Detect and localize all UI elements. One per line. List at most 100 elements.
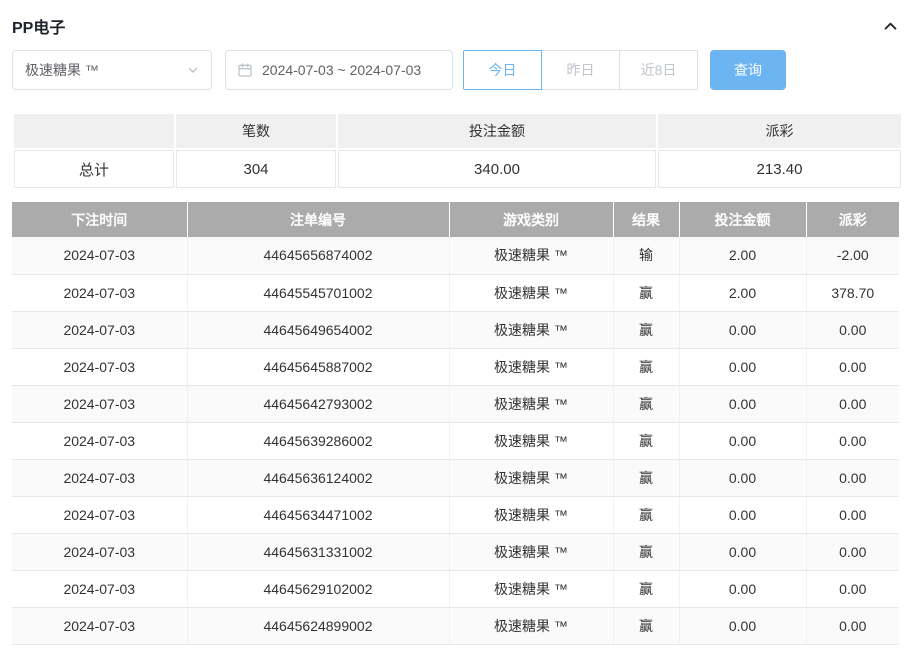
- cell-bet-amount: 0.00: [679, 311, 806, 348]
- date-quick-filter-group: 今日 昨日 近8日: [463, 50, 698, 90]
- cell-bet-amount: 0.00: [679, 570, 806, 607]
- column-header-payout: 派彩: [806, 202, 899, 237]
- cell-bet-id: 44645629102002: [187, 570, 449, 607]
- cell-bet-amount: 0.00: [679, 607, 806, 644]
- pp-electronic-panel: PP电子 极速糖果 ™ 2024-07-03 ~ 2024-07-03 今日 昨…: [0, 0, 911, 645]
- cell-bet-id: 44645649654002: [187, 311, 449, 348]
- cell-bet-id: 44645639286002: [187, 422, 449, 459]
- column-header-game-type: 游戏类别: [449, 202, 613, 237]
- query-button[interactable]: 查询: [710, 50, 786, 90]
- bet-records-table: 下注时间注单编号游戏类别结果投注金额派彩 2024-07-03446456568…: [12, 202, 899, 645]
- cell-game-type: 极速糖果 ™: [449, 496, 613, 533]
- cell-bet-amount: 2.00: [679, 274, 806, 311]
- cell-payout: -2.00: [806, 237, 899, 274]
- cell-game-type: 极速糖果 ™: [449, 570, 613, 607]
- cell-bet-id: 44645545701002: [187, 274, 449, 311]
- panel-header: PP电子: [12, 0, 899, 42]
- cell-bet-amount: 0.00: [679, 533, 806, 570]
- collapse-panel-button[interactable]: [882, 18, 899, 35]
- cell-bet-time: 2024-07-03: [12, 496, 187, 533]
- cell-result: 赢: [613, 459, 679, 496]
- cell-game-type: 极速糖果 ™: [449, 422, 613, 459]
- cell-payout: 0.00: [806, 348, 899, 385]
- filter-row: 极速糖果 ™ 2024-07-03 ~ 2024-07-03 今日 昨日 近8日…: [12, 50, 899, 90]
- summary-total-label: 总计: [14, 150, 174, 188]
- summary-header-blank: [14, 114, 174, 148]
- cell-bet-amount: 0.00: [679, 496, 806, 533]
- summary-total-count: 304: [176, 150, 336, 188]
- chevron-down-icon: [187, 64, 199, 76]
- cell-payout: 378.70: [806, 274, 899, 311]
- cell-result: 输: [613, 237, 679, 274]
- cell-result: 赢: [613, 533, 679, 570]
- cell-bet-time: 2024-07-03: [12, 533, 187, 570]
- cell-bet-id: 44645634471002: [187, 496, 449, 533]
- summary-total-bet-amount: 340.00: [338, 150, 656, 188]
- cell-game-type: 极速糖果 ™: [449, 348, 613, 385]
- cell-bet-time: 2024-07-03: [12, 311, 187, 348]
- cell-bet-time: 2024-07-03: [12, 237, 187, 274]
- summary-total-payout: 213.40: [658, 150, 901, 188]
- cell-bet-time: 2024-07-03: [12, 385, 187, 422]
- cell-payout: 0.00: [806, 607, 899, 644]
- summary-header-payout: 派彩: [658, 114, 901, 148]
- table-row: 2024-07-0344645645887002极速糖果 ™赢0.000.00: [12, 348, 899, 385]
- today-button[interactable]: 今日: [463, 50, 542, 90]
- table-row: 2024-07-0344645639286002极速糖果 ™赢0.000.00: [12, 422, 899, 459]
- table-row: 2024-07-0344645631331002极速糖果 ™赢0.000.00: [12, 533, 899, 570]
- column-header-bet-time: 下注时间: [12, 202, 187, 237]
- game-select[interactable]: 极速糖果 ™: [12, 50, 212, 90]
- table-row: 2024-07-0344645624899002极速糖果 ™赢0.000.00: [12, 607, 899, 644]
- bet-table-header-row: 下注时间注单编号游戏类别结果投注金额派彩: [12, 202, 899, 237]
- cell-bet-amount: 0.00: [679, 385, 806, 422]
- last-8-days-button[interactable]: 近8日: [619, 50, 698, 90]
- cell-game-type: 极速糖果 ™: [449, 237, 613, 274]
- cell-game-type: 极速糖果 ™: [449, 533, 613, 570]
- table-row: 2024-07-0344645649654002极速糖果 ™赢0.000.00: [12, 311, 899, 348]
- cell-bet-time: 2024-07-03: [12, 422, 187, 459]
- cell-bet-time: 2024-07-03: [12, 459, 187, 496]
- panel-title: PP电子: [12, 14, 65, 38]
- column-header-bet-id: 注单编号: [187, 202, 449, 237]
- cell-result: 赢: [613, 496, 679, 533]
- cell-payout: 0.00: [806, 570, 899, 607]
- cell-result: 赢: [613, 570, 679, 607]
- cell-payout: 0.00: [806, 385, 899, 422]
- cell-bet-id: 44645631331002: [187, 533, 449, 570]
- summary-header-count: 笔数: [176, 114, 336, 148]
- cell-result: 赢: [613, 348, 679, 385]
- chevron-up-icon: [882, 18, 899, 35]
- cell-bet-id: 44645645887002: [187, 348, 449, 385]
- summary-header-row: 笔数 投注金额 派彩: [14, 114, 901, 148]
- cell-payout: 0.00: [806, 496, 899, 533]
- table-row: 2024-07-0344645629102002极速糖果 ™赢0.000.00: [12, 570, 899, 607]
- cell-bet-amount: 2.00: [679, 237, 806, 274]
- cell-bet-time: 2024-07-03: [12, 348, 187, 385]
- summary-table: 笔数 投注金额 派彩 总计 304 340.00 213.40: [12, 112, 903, 190]
- table-row: 2024-07-0344645636124002极速糖果 ™赢0.000.00: [12, 459, 899, 496]
- yesterday-button[interactable]: 昨日: [541, 50, 620, 90]
- column-header-bet-amount: 投注金额: [679, 202, 806, 237]
- summary-total-row: 总计 304 340.00 213.40: [14, 150, 901, 188]
- cell-bet-amount: 0.00: [679, 348, 806, 385]
- cell-game-type: 极速糖果 ™: [449, 607, 613, 644]
- summary-header-bet-amount: 投注金额: [338, 114, 656, 148]
- date-range-value: 2024-07-03 ~ 2024-07-03: [262, 62, 421, 78]
- table-row: 2024-07-0344645634471002极速糖果 ™赢0.000.00: [12, 496, 899, 533]
- cell-game-type: 极速糖果 ™: [449, 274, 613, 311]
- cell-game-type: 极速糖果 ™: [449, 385, 613, 422]
- cell-game-type: 极速糖果 ™: [449, 459, 613, 496]
- cell-payout: 0.00: [806, 459, 899, 496]
- cell-result: 赢: [613, 385, 679, 422]
- cell-bet-time: 2024-07-03: [12, 274, 187, 311]
- table-row: 2024-07-0344645656874002极速糖果 ™输2.00-2.00: [12, 237, 899, 274]
- table-row: 2024-07-0344645642793002极速糖果 ™赢0.000.00: [12, 385, 899, 422]
- cell-bet-time: 2024-07-03: [12, 570, 187, 607]
- calendar-icon: [237, 62, 253, 78]
- date-range-picker[interactable]: 2024-07-03 ~ 2024-07-03: [225, 50, 453, 90]
- table-row: 2024-07-0344645545701002极速糖果 ™赢2.00378.7…: [12, 274, 899, 311]
- column-header-result: 结果: [613, 202, 679, 237]
- cell-payout: 0.00: [806, 311, 899, 348]
- cell-payout: 0.00: [806, 533, 899, 570]
- cell-game-type: 极速糖果 ™: [449, 311, 613, 348]
